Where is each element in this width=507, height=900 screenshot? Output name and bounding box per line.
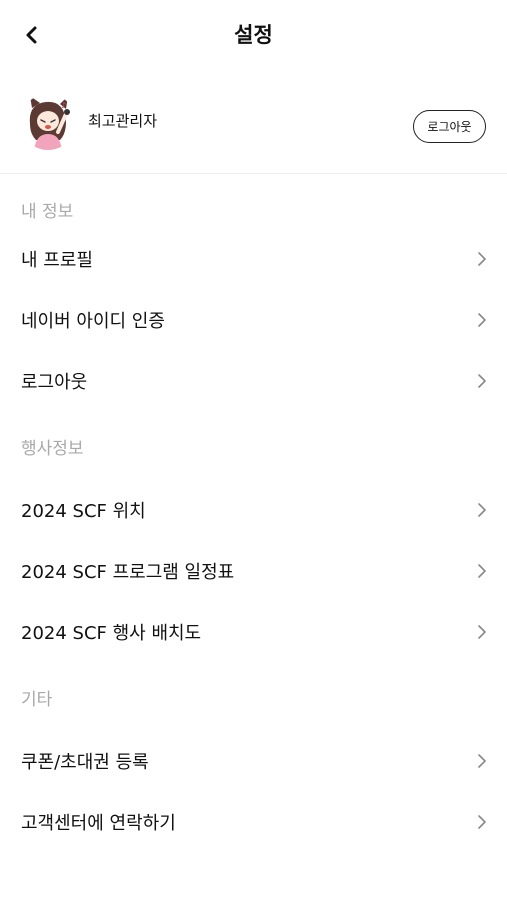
menu-item-label: 고객센터에 연락하기 xyxy=(21,812,176,834)
profile-name: 최고관리자 xyxy=(88,112,158,130)
chevron-right-icon xyxy=(475,562,489,580)
section-header-etc: 기타 xyxy=(21,690,53,710)
avatar-image: ♪ xyxy=(20,94,76,150)
chevron-right-icon xyxy=(475,501,489,519)
section-header-event-info: 행사정보 xyxy=(21,439,84,459)
menu-item-coupon[interactable]: 쿠폰/초대권 등록 xyxy=(0,730,507,791)
menu-item-my-profile[interactable]: 내 프로필 xyxy=(0,228,507,289)
chevron-right-icon xyxy=(475,311,489,329)
menu-item-label: 2024 SCF 행사 배치도 xyxy=(21,622,202,644)
menu-item-label: 내 프로필 xyxy=(21,249,93,271)
menu-item-scf-schedule[interactable]: 2024 SCF 프로그램 일정표 xyxy=(0,540,507,601)
menu-item-contact-support[interactable]: 고객센터에 연락하기 xyxy=(0,791,507,852)
menu-item-scf-location[interactable]: 2024 SCF 위치 xyxy=(0,479,507,540)
menu-item-label: 네이버 아이디 인증 xyxy=(21,310,165,332)
top-bar: 설정 xyxy=(0,0,507,70)
logout-button[interactable]: 로그아웃 xyxy=(413,110,486,143)
menu-item-label: 2024 SCF 위치 xyxy=(21,500,146,522)
avatar: ♪ xyxy=(20,94,76,150)
menu-item-naver-id-verify[interactable]: 네이버 아이디 인증 xyxy=(0,289,507,350)
svg-text:♪: ♪ xyxy=(61,101,66,110)
chevron-right-icon xyxy=(475,813,489,831)
menu-item-label: 2024 SCF 프로그램 일정표 xyxy=(21,561,235,583)
menu-item-label: 쿠폰/초대권 등록 xyxy=(21,751,149,773)
chevron-right-icon xyxy=(475,623,489,641)
page-title: 설정 xyxy=(234,23,273,47)
menu-item-scf-floorplan[interactable]: 2024 SCF 행사 배치도 xyxy=(0,601,507,662)
chevron-right-icon xyxy=(475,752,489,770)
menu-item-logout[interactable]: 로그아웃 xyxy=(0,350,507,411)
settings-screen: 설정 ♪ 최고관리자 로그아웃 내 정보 내 프로필 네이버 아이디 인증 로그… xyxy=(0,0,507,900)
chevron-right-icon xyxy=(475,250,489,268)
menu-item-label: 로그아웃 xyxy=(21,371,88,393)
section-header-my-info: 내 정보 xyxy=(21,202,74,222)
chevron-right-icon xyxy=(475,372,489,390)
